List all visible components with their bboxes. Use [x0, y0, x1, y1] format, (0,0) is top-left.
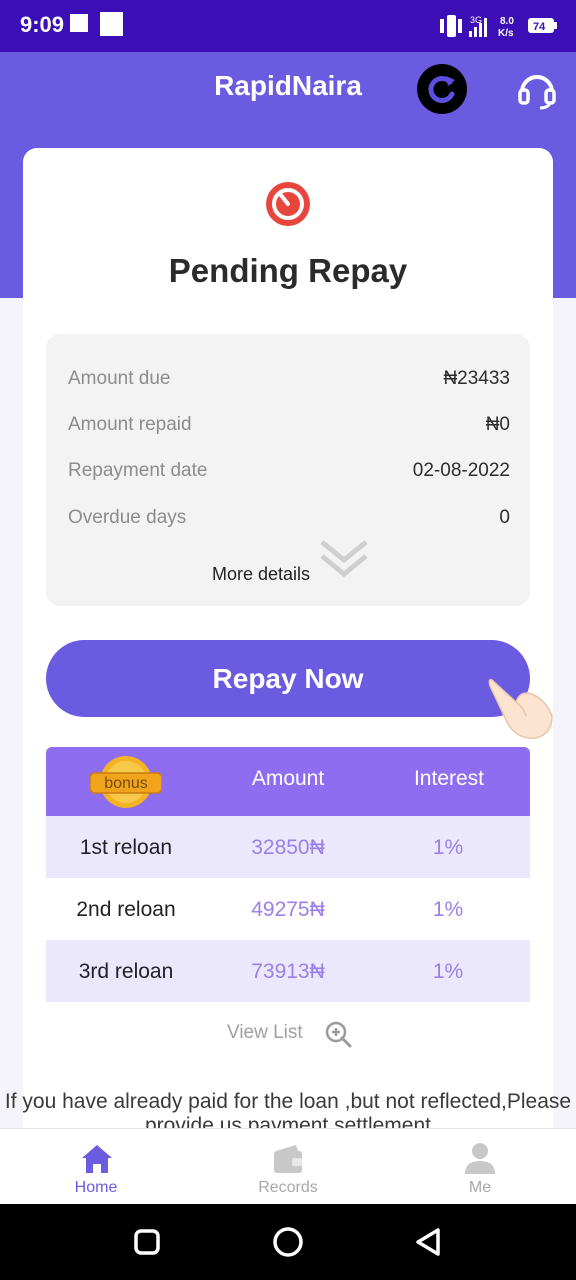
- repay-now-button[interactable]: Repay Now: [46, 640, 530, 717]
- nav-records[interactable]: Records: [192, 1129, 384, 1205]
- app-title: RapidNaira: [214, 70, 362, 101]
- loan-details-panel: Amount due ₦23433 Amount repaid ₦0 Repay…: [46, 334, 530, 606]
- wallet-icon: [274, 1145, 302, 1173]
- page-title: Pending Repay: [168, 252, 408, 289]
- refresh-icon: [428, 76, 455, 103]
- pointing-hand-icon: [486, 672, 558, 747]
- table-header: bonus Amount Interest: [46, 747, 530, 816]
- reloan-interest: 1%: [432, 898, 464, 921]
- recent-apps-button[interactable]: [134, 1229, 160, 1255]
- headset-icon: [518, 75, 556, 110]
- refresh-button[interactable]: [417, 64, 467, 114]
- more-details-link[interactable]: More details: [212, 564, 310, 585]
- chevron-down-icon[interactable]: [318, 538, 370, 582]
- reloan-name: 2nd reloan: [76, 898, 176, 921]
- payment-notice: If you have already paid for the loan ,b…: [4, 1090, 572, 1128]
- amount-due-label: Amount due: [68, 368, 171, 389]
- bottom-navigation: Home Records Me: [0, 1128, 576, 1205]
- interest-header: Interest: [413, 767, 485, 790]
- network-speed: 8.0: [500, 16, 514, 27]
- timer-icon: [264, 180, 312, 233]
- system-navigation-bar: [0, 1204, 576, 1280]
- overdue-days-label: Overdue days: [68, 507, 187, 528]
- amount-repaid-label: Amount repaid: [68, 414, 192, 435]
- reloan-amount: 49275₦: [251, 898, 325, 921]
- reloan-interest: 1%: [432, 960, 464, 983]
- zoom-in-icon[interactable]: [325, 1021, 353, 1049]
- table-row: 3rd reloan 73913₦ 1%: [46, 940, 530, 1002]
- nav-me[interactable]: Me: [384, 1129, 576, 1205]
- repayment-date-label: Repayment date: [68, 460, 208, 481]
- bonus-text: bonus: [104, 775, 148, 792]
- home-button[interactable]: [272, 1226, 304, 1258]
- overdue-days-value: 0: [499, 507, 510, 528]
- home-icon: [82, 1145, 112, 1173]
- table-row: 1st reloan 32850₦ 1%: [46, 816, 530, 878]
- network-speed-unit: K/s: [498, 28, 514, 39]
- repayment-date-value: 02-08-2022: [412, 460, 510, 481]
- person-icon: [465, 1143, 495, 1174]
- reloan-amount: 32850₦: [251, 836, 325, 859]
- nav-home[interactable]: Home: [0, 1129, 192, 1205]
- system-status-icons: 3G 8.0 K/s 74: [440, 15, 557, 39]
- nav-home-label: Home: [74, 1179, 118, 1196]
- battery-level: 74: [533, 21, 546, 33]
- back-button[interactable]: [414, 1227, 444, 1257]
- reloan-amount: 73913₦: [251, 960, 325, 983]
- status-bar: 9:09 3G 8.0 K/s 74: [0, 0, 576, 52]
- nav-me-label: Me: [468, 1179, 492, 1196]
- notification-icon: [100, 12, 123, 36]
- reloan-name: 1st reloan: [79, 836, 173, 859]
- status-time: 9:09: [20, 12, 65, 37]
- reload-table: bonus Amount Interest 1st reloan 32850₦ …: [46, 747, 530, 1002]
- amount-header: Amount: [251, 767, 325, 790]
- reloan-interest: 1%: [432, 836, 464, 859]
- bonus-badge: bonus: [89, 755, 163, 809]
- notification-icon: [70, 14, 88, 32]
- amount-repaid-value: ₦0: [485, 414, 510, 435]
- nav-records-label: Records: [258, 1179, 318, 1196]
- reloan-name: 3rd reloan: [78, 960, 174, 983]
- view-list-link[interactable]: View List: [227, 1022, 303, 1044]
- customer-service-button[interactable]: [516, 68, 558, 115]
- table-row: 2nd reloan 49275₦ 1%: [46, 878, 530, 940]
- amount-due-value: ₦23433: [443, 368, 510, 389]
